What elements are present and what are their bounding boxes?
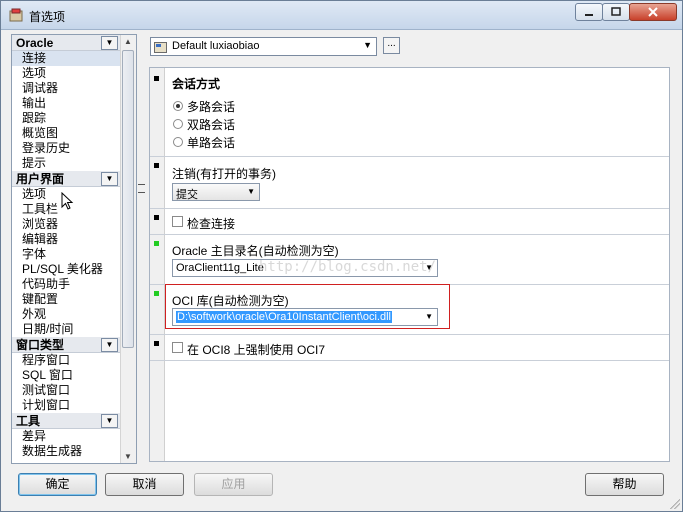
profile-value: Default luxiaobiao	[172, 40, 260, 52]
watermark-text: http://blog.csdn.net/	[259, 259, 437, 275]
profile-icon	[154, 42, 167, 53]
chevron-down-icon: ▼	[247, 187, 255, 196]
chevron-down-icon[interactable]: ▼	[101, 338, 118, 352]
radio-dual-session[interactable]	[173, 119, 183, 129]
default-marker-icon	[154, 215, 159, 220]
radio-multi-session-label: 多路会话	[187, 100, 236, 114]
nav-item-diff[interactable]: 差异	[12, 429, 120, 444]
nav-item-code-assistant[interactable]: 代码助手	[12, 277, 120, 292]
chevron-down-icon: ▼	[363, 40, 372, 50]
grip-icon	[138, 184, 145, 193]
force-oci7-label: 在 OCI8 上强制使用 OCI7	[187, 343, 326, 357]
preferences-window: 首选项 Oracle ▼ 连接 选项 调试器 输出 跟踪 概览图 登录历史 提示	[0, 0, 683, 512]
default-marker-icon	[154, 163, 159, 168]
category-tree: Oracle ▼ 连接 选项 调试器 输出 跟踪 概览图 登录历史 提示 用户界…	[11, 34, 137, 464]
nav-item-connection[interactable]: 连接	[12, 51, 120, 66]
check-connection-label: 检查连接	[187, 217, 236, 231]
nav-item-browser[interactable]: 浏览器	[12, 217, 120, 232]
logoff-title: 注销(有打开的事务)	[172, 167, 276, 181]
session-mode-title: 会话方式	[172, 77, 221, 91]
section-check-connection: 检查连接	[150, 209, 669, 235]
nav-item-test-window[interactable]: 测试窗口	[12, 383, 120, 398]
chevron-down-icon[interactable]: ▼	[101, 36, 118, 50]
category-label: Oracle	[16, 36, 54, 50]
nav-item-trace[interactable]: 跟踪	[12, 111, 120, 126]
section-gutter	[150, 361, 165, 461]
section-force-oci7: 在 OCI8 上强制使用 OCI7	[150, 335, 669, 361]
oracle-home-title: Oracle 主目录名(自动检测为空)	[172, 244, 339, 258]
resize-grip-icon[interactable]	[670, 499, 680, 509]
nav-item-program-window[interactable]: 程序窗口	[12, 353, 120, 368]
profile-select[interactable]: Default luxiaobiao ▼	[150, 37, 377, 56]
section-logoff: 注销(有打开的事务) 提交 ▼	[150, 157, 669, 209]
chevron-down-icon[interactable]: ▼	[101, 414, 118, 428]
logoff-value: 提交	[176, 189, 198, 201]
window-title: 首选项	[29, 10, 66, 24]
radio-dual-session-label: 双路会话	[187, 118, 236, 132]
category-window-types[interactable]: 窗口类型 ▼	[12, 337, 120, 353]
apply-button[interactable]: 应用	[194, 473, 273, 496]
nav-item-options[interactable]: 选项	[12, 66, 120, 81]
help-button[interactable]: 帮助	[585, 473, 664, 496]
section-gutter	[150, 68, 165, 156]
close-icon	[648, 7, 658, 17]
cancel-button[interactable]: 取消	[105, 473, 184, 496]
nav-item-overview[interactable]: 概览图	[12, 126, 120, 141]
category-tools[interactable]: 工具 ▼	[12, 413, 120, 429]
app-icon	[9, 8, 23, 22]
nav-item-debugger[interactable]: 调试器	[12, 81, 120, 96]
annotation-highlight-box	[165, 284, 450, 329]
section-gutter	[150, 335, 165, 360]
default-marker-icon	[154, 341, 159, 346]
nav-item-plsql-beautifier[interactable]: PL/SQL 美化器	[12, 262, 120, 277]
radio-multi-session[interactable]	[173, 101, 183, 111]
chevron-down-icon[interactable]: ▼	[101, 172, 118, 186]
logoff-select[interactable]: 提交 ▼	[172, 183, 260, 201]
sidebar-scrollbar[interactable]: ▲ ▼	[120, 35, 136, 463]
nav-item-sql-window[interactable]: SQL 窗口	[12, 368, 120, 383]
nav-item-font[interactable]: 字体	[12, 247, 120, 262]
panel-splitter[interactable]	[135, 34, 149, 462]
nav-item-output[interactable]: 输出	[12, 96, 120, 111]
nav-item-logon-history[interactable]: 登录历史	[12, 141, 120, 156]
nav-item-hints[interactable]: 提示	[12, 156, 120, 171]
profile-more-button[interactable]: ...	[383, 37, 400, 54]
default-marker-icon	[154, 76, 159, 81]
nav-item-appearance[interactable]: 外观	[12, 307, 120, 322]
scroll-down-icon[interactable]: ▼	[124, 452, 132, 461]
nav-item-plan-window[interactable]: 计划窗口	[12, 398, 120, 413]
maximize-button[interactable]	[602, 3, 630, 21]
nav-item-editor[interactable]: 编辑器	[12, 232, 120, 247]
nav-item-data-generator[interactable]: 数据生成器	[12, 444, 120, 459]
maximize-icon	[611, 7, 621, 16]
scrollbar-thumb[interactable]	[122, 50, 134, 348]
close-button[interactable]	[629, 3, 677, 21]
oracle-home-value: OraClient11g_Lite	[176, 262, 264, 274]
ok-button[interactable]: 确定	[18, 473, 97, 496]
mouse-cursor-icon	[61, 192, 74, 210]
check-connection-checkbox[interactable]	[172, 216, 183, 227]
nav-item-date-time[interactable]: 日期/时间	[12, 322, 120, 337]
category-label: 工具	[16, 414, 41, 428]
radio-single-session[interactable]	[173, 137, 183, 147]
minimize-button[interactable]	[575, 3, 603, 21]
category-label: 用户界面	[16, 172, 65, 186]
section-gutter	[150, 209, 165, 234]
category-label: 窗口类型	[16, 338, 65, 352]
force-oci7-checkbox[interactable]	[172, 342, 183, 353]
scroll-up-icon[interactable]: ▲	[124, 37, 132, 46]
changed-marker-icon	[154, 291, 159, 296]
title-bar[interactable]: 首选项	[1, 1, 682, 30]
category-oracle[interactable]: Oracle ▼	[12, 35, 120, 51]
section-session-mode: 会话方式 多路会话 双路会话 单路会话	[150, 68, 669, 157]
radio-single-session-label: 单路会话	[187, 136, 236, 150]
changed-marker-icon	[154, 241, 159, 246]
category-user-interface[interactable]: 用户界面 ▼	[12, 171, 120, 187]
nav-item-key-config[interactable]: 键配置	[12, 292, 120, 307]
minimize-icon	[585, 14, 593, 16]
